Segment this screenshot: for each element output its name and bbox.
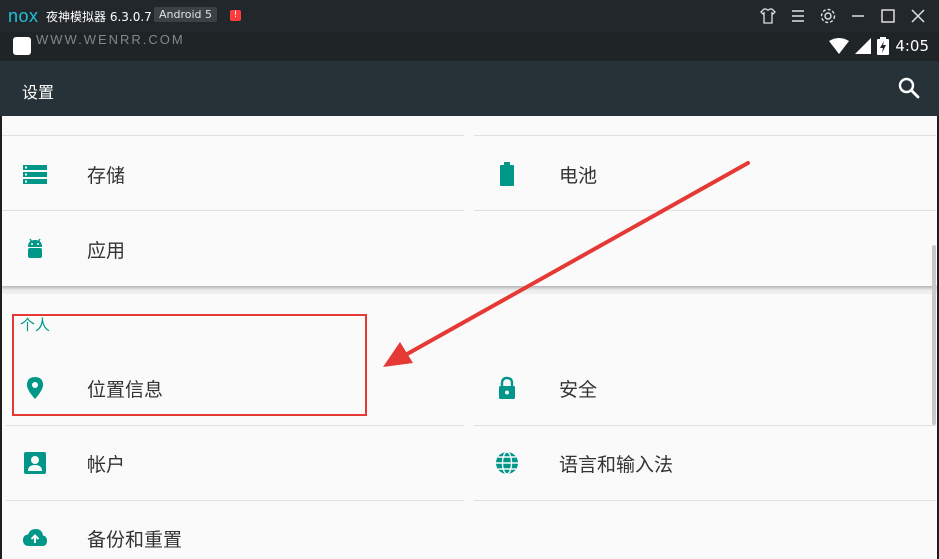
settings-item-storage[interactable]: 存储 — [2, 136, 464, 210]
search-icon — [898, 77, 920, 99]
settings-item-label: 帐户 — [87, 454, 126, 476]
search-button[interactable] — [897, 76, 921, 100]
android-version-badge: Android 5 — [154, 7, 218, 22]
scrollbar[interactable] — [932, 245, 936, 425]
settings-item-label: 电池 — [559, 165, 598, 187]
emulator-title: 夜神模拟器 6.3.0.7 — [46, 10, 152, 24]
device-section-card: 存储 电池 应用 — [2, 116, 937, 286]
close-icon[interactable] — [909, 7, 927, 25]
settings-item-battery[interactable]: 电池 — [474, 136, 936, 210]
wifi-icon — [829, 38, 850, 54]
maximize-icon[interactable] — [879, 7, 897, 25]
divider — [474, 210, 936, 211]
settings-item-security[interactable]: 安全 — [474, 350, 936, 424]
lock-icon — [499, 376, 515, 399]
skin-shirt-icon[interactable] — [759, 7, 777, 25]
settings-app-bar: 设置 — [0, 61, 939, 116]
notification-icon — [13, 37, 31, 55]
watermark: WWW.WENRR.COM — [36, 32, 185, 47]
settings-item-language-input[interactable]: 语言和输入法 — [474, 425, 936, 499]
android-icon — [28, 238, 42, 258]
menu-icon[interactable] — [789, 7, 807, 25]
battery-charging-icon — [877, 37, 890, 55]
clock: 4:05 — [895, 37, 929, 55]
cloud-upload-icon — [23, 529, 47, 546]
gear-icon[interactable] — [819, 7, 837, 25]
divider — [474, 500, 936, 501]
storage-icon — [23, 165, 47, 184]
settings-item-apps[interactable]: 应用 — [2, 211, 464, 285]
battery-icon — [500, 162, 514, 186]
settings-item-label: 备份和重置 — [87, 529, 183, 551]
settings-item-label: 安全 — [559, 379, 598, 401]
warning-icon[interactable]: ! — [230, 10, 241, 21]
minimize-icon[interactable] — [849, 7, 867, 25]
settings-item-label: 语言和输入法 — [559, 454, 674, 476]
status-indicators: 4:05 — [829, 37, 929, 55]
settings-item-label: 应用 — [87, 240, 126, 262]
annotation-highlight-box — [12, 314, 367, 416]
emulator-title-bar: nox 夜神模拟器 6.3.0.7 Android 5 ! — [0, 0, 939, 32]
globe-icon — [496, 451, 518, 475]
nox-logo: nox — [8, 6, 39, 26]
window-controls — [759, 6, 927, 26]
page-title: 设置 — [22, 83, 55, 102]
signal-icon — [855, 38, 872, 54]
settings-item-backup-reset[interactable]: 备份和重置 — [2, 500, 464, 559]
settings-item-label: 存储 — [87, 165, 126, 187]
settings-item-accounts[interactable]: 帐户 — [2, 425, 464, 499]
account-icon — [24, 452, 46, 474]
